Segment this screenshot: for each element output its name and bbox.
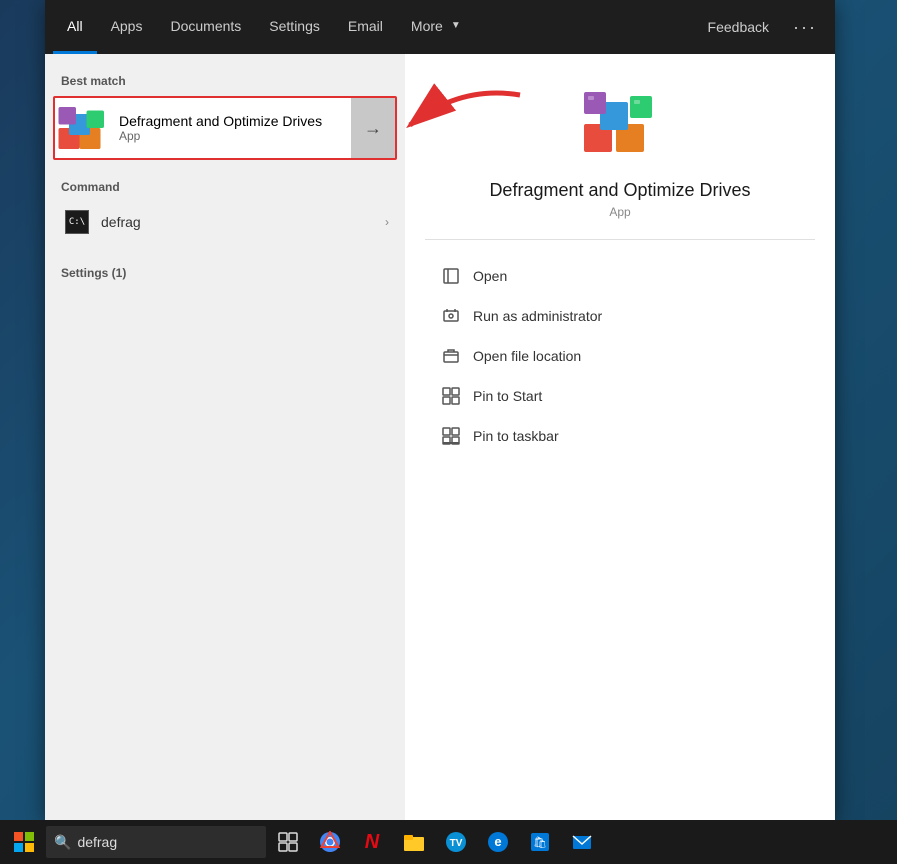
action-open-location[interactable]: Open file location [425,336,815,376]
svg-text:e: e [494,834,501,849]
svg-text:🛍: 🛍 [533,836,547,849]
edge-button[interactable]: e [478,822,518,862]
run-admin-icon [441,306,461,326]
best-match-label: Best match [45,66,405,92]
right-panel: Defragment and Optimize Drives App Open [405,54,835,820]
command-defrag-item[interactable]: C:\ defrag › [45,198,405,246]
desktop: All Apps Documents Settings Email More ▼… [0,0,897,864]
app-type: App [609,205,630,219]
feedback-button[interactable]: Feedback [694,13,783,41]
pin-start-icon [441,386,461,406]
action-run-admin-label: Run as administrator [473,308,602,324]
app-icon-large [580,84,660,164]
cmd-icon: C:\ [61,206,93,238]
action-pin-taskbar[interactable]: Pin to taskbar [425,416,815,456]
chevron-right-icon: › [385,215,389,229]
search-window: All Apps Documents Settings Email More ▼… [45,0,835,820]
app-name: Defragment and Optimize Drives [489,180,750,201]
best-match-arrow-button[interactable]: → [351,98,395,158]
best-match-item[interactable]: Defragment and Optimize Drives App → [53,96,397,160]
chevron-down-icon: ▼ [451,20,461,31]
task-view-button[interactable] [268,822,308,862]
arrow-right-icon: → [364,118,382,139]
defrag-icon-small [55,98,111,158]
action-pin-start-label: Pin to Start [473,388,542,404]
nav-item-more[interactable]: More ▼ [397,0,475,54]
search-icon: 🔍 [54,834,71,851]
action-run-admin[interactable]: Run as administrator [425,296,815,336]
chrome-button[interactable] [310,822,350,862]
action-open-label: Open [473,268,507,284]
command-item-text: defrag [93,214,385,230]
taskbar: 🔍 defrag N [0,820,897,864]
action-open-location-label: Open file location [473,348,581,364]
taskbar-search-box[interactable]: 🔍 defrag [46,826,266,858]
more-options-button[interactable]: ··· [783,11,827,44]
netflix-icon: N [365,831,379,854]
action-open[interactable]: Open [425,256,815,296]
nav-item-all[interactable]: All [53,0,97,54]
best-match-text: Defragment and Optimize Drives App [111,105,351,151]
command-section: Command C:\ defrag › [45,164,405,254]
content-area: Best match Defragmen [45,54,835,820]
open-icon [441,266,461,286]
best-match-subtitle: App [119,129,343,143]
open-location-icon [441,346,461,366]
action-pin-start[interactable]: Pin to Start [425,376,815,416]
nav-item-documents[interactable]: Documents [156,0,255,54]
divider [425,239,815,240]
start-button[interactable] [4,822,44,862]
svg-text:TV: TV [450,838,463,849]
pin-taskbar-icon [441,426,461,446]
command-label: Command [45,172,405,198]
settings-label: Settings (1) [45,258,405,284]
taskbar-search-text: defrag [77,834,117,850]
file-explorer-button[interactable] [394,822,434,862]
teamviewer-button[interactable]: TV [436,822,476,862]
nav-bar: All Apps Documents Settings Email More ▼… [45,0,835,54]
left-panel: Best match Defragmen [45,54,405,820]
nav-item-email[interactable]: Email [334,0,397,54]
action-pin-taskbar-label: Pin to taskbar [473,428,559,444]
mail-button[interactable] [562,822,602,862]
nav-item-settings[interactable]: Settings [255,0,334,54]
settings-section: Settings (1) [45,254,405,288]
best-match-title: Defragment and Optimize Drives [119,113,343,129]
action-list: Open Run as administrator [425,256,815,456]
microsoft-store-button[interactable]: 🛍 [520,822,560,862]
netflix-button[interactable]: N [352,822,392,862]
nav-item-apps[interactable]: Apps [97,0,157,54]
